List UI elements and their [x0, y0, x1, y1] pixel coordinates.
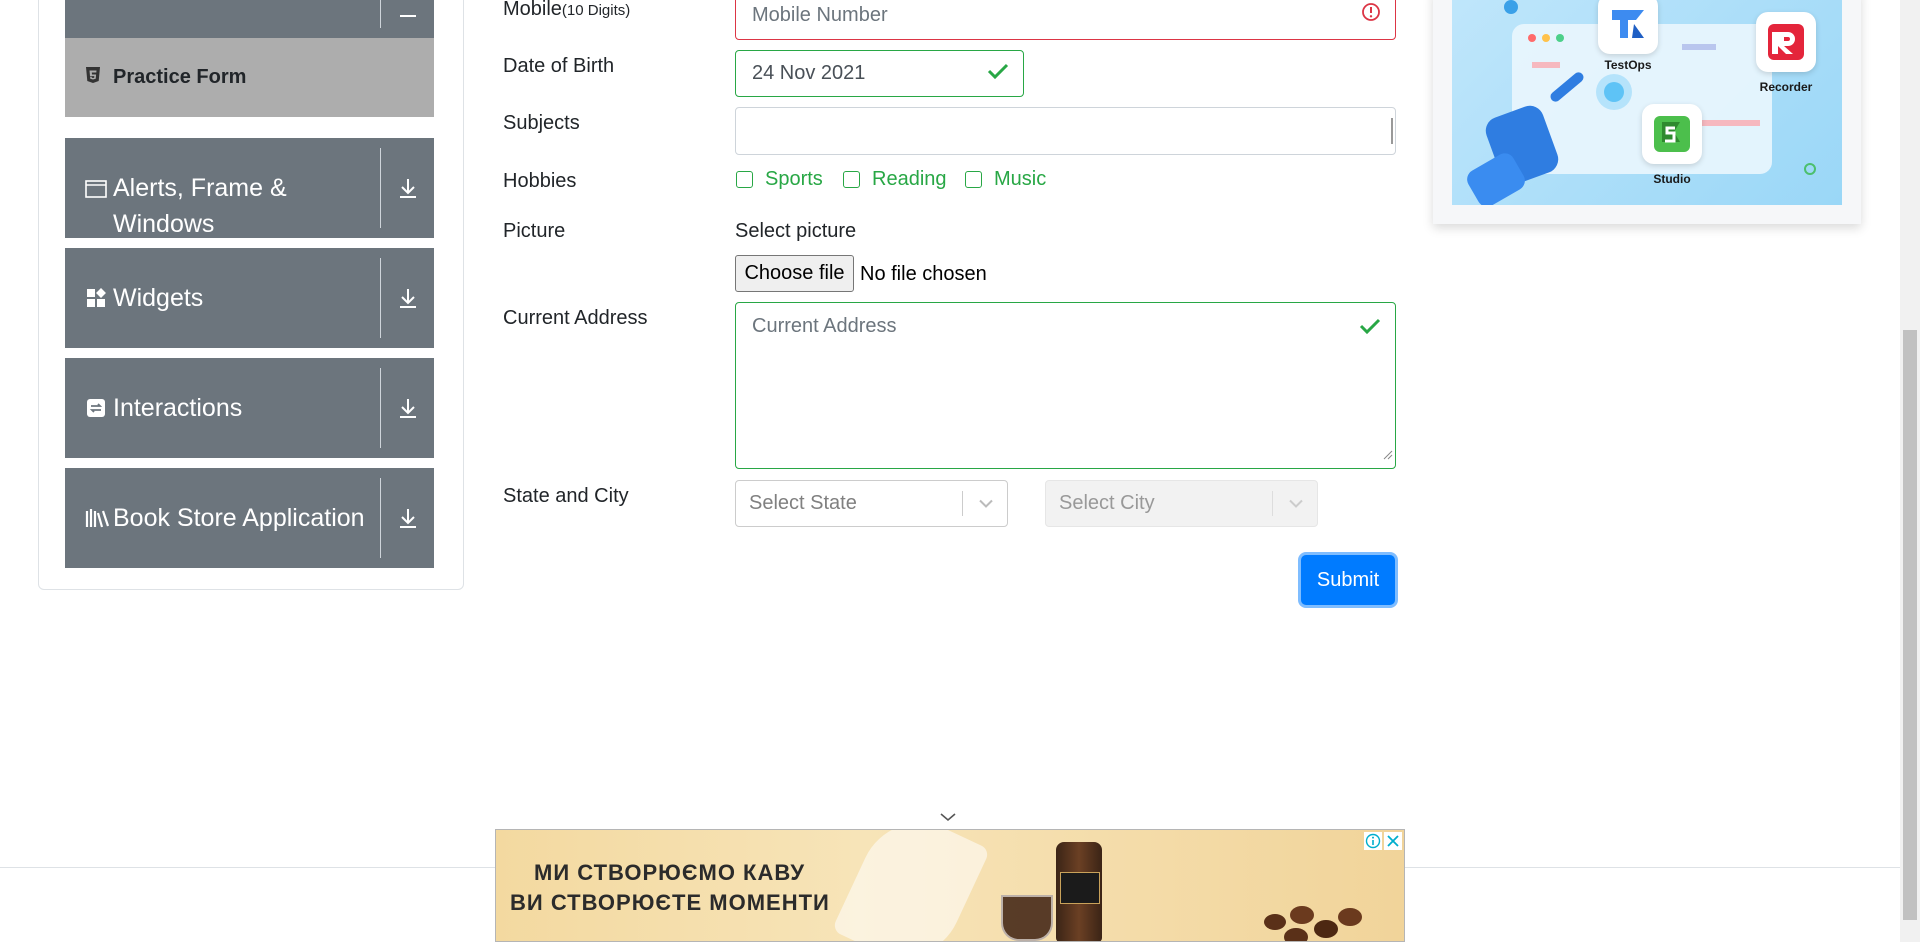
hobby-music[interactable]: Music: [965, 168, 1046, 191]
submit-button[interactable]: Submit: [1301, 555, 1395, 605]
group-header-widgets[interactable]: Widgets: [65, 248, 434, 348]
page-scrollbar[interactable]: [1900, 0, 1920, 942]
group-header-alerts[interactable]: Alerts, Frame & Windows: [65, 138, 434, 238]
resize-handle-icon[interactable]: [1383, 443, 1393, 466]
select-picture-label: Select picture: [735, 220, 857, 242]
ad-banner[interactable]: МИ СТВОРЮЄМО КАВУ ВИ СТВОРЮЄТЕ МОМЕНТИ: [495, 829, 1405, 942]
sidebar-item-label: Practice Form: [113, 66, 247, 88]
download-icon: [392, 358, 424, 458]
error-icon: [1361, 2, 1381, 28]
group-header-forms[interactable]: [65, 0, 434, 38]
recorder-logo: [1756, 12, 1816, 72]
download-icon: [392, 248, 424, 348]
group-label: Book Store Application: [113, 504, 365, 532]
city-select: Select City: [1045, 480, 1318, 527]
download-icon: [392, 468, 424, 568]
group-header-book-store[interactable]: Book Store Application: [65, 468, 434, 568]
coffee-jar-icon: [1056, 842, 1102, 941]
ad-text-line2: ВИ СТВОРЮЄТЕ МОМЕНТИ: [510, 890, 830, 915]
download-icon: [392, 0, 424, 38]
interactions-icon: [85, 397, 107, 419]
ad-info-icon[interactable]: [1364, 832, 1382, 855]
widgets-icon: [85, 287, 107, 309]
studio-logo: [1642, 104, 1702, 164]
testops-logo: [1598, 0, 1658, 54]
file-status: No file chosen: [860, 263, 987, 285]
chevron-down-icon: [977, 492, 995, 515]
group-label: Interactions: [113, 394, 243, 422]
group-header-interactions[interactable]: Interactions: [65, 358, 434, 458]
check-icon: [1359, 317, 1381, 341]
recorder-label: Recorder: [1759, 80, 1813, 94]
books-icon: [85, 507, 111, 529]
mobile-input[interactable]: Mobile Number: [735, 0, 1396, 40]
sports-checkbox[interactable]: [736, 171, 753, 188]
ad-swoosh: [831, 830, 991, 941]
html5-icon: [85, 66, 101, 89]
music-checkbox[interactable]: [965, 171, 982, 188]
mobile-placeholder: Mobile Number: [752, 3, 888, 26]
coffee-beans-icon: [1254, 900, 1374, 941]
dob-value: 24 Nov 2021: [752, 62, 866, 84]
group-label: Windows: [113, 210, 215, 238]
state-city-label: State and City: [503, 485, 629, 507]
group-label: Widgets: [113, 284, 204, 312]
mobile-label: Mobile(10 Digits): [503, 0, 631, 20]
ad-collapse-chevron-icon[interactable]: [938, 810, 958, 828]
chevron-down-icon: [1287, 492, 1305, 515]
subjects-label: Subjects: [503, 112, 580, 134]
ad-close-icon[interactable]: [1384, 832, 1402, 855]
testops-label: TestOps: [1604, 58, 1652, 72]
picture-label: Picture: [503, 220, 566, 242]
text-cursor: [1391, 118, 1393, 144]
choose-file-button[interactable]: Choose file: [735, 255, 854, 292]
download-icon: [392, 138, 424, 238]
promo-image: TestOps Recorder Studio: [1452, 0, 1842, 205]
state-select[interactable]: Select State: [735, 480, 1008, 527]
hobbies-label: Hobbies: [503, 170, 577, 192]
sidebar-item-practice-form[interactable]: Practice Form: [65, 38, 434, 117]
dob-label: Date of Birth: [503, 55, 615, 77]
check-icon: [987, 62, 1009, 86]
address-placeholder: Current Address: [752, 315, 897, 337]
subjects-input[interactable]: [735, 107, 1396, 155]
reading-checkbox[interactable]: [843, 171, 860, 188]
hobby-reading[interactable]: Reading: [843, 168, 947, 191]
group-label: Alerts, Frame &: [113, 174, 287, 202]
hobby-sports[interactable]: Sports: [736, 168, 823, 191]
address-label: Current Address: [503, 307, 648, 329]
window-icon: [85, 178, 107, 200]
ad-text-line1: МИ СТВОРЮЄМО КАВУ: [534, 860, 806, 885]
dob-input[interactable]: 24 Nov 2021: [735, 50, 1024, 97]
address-textarea[interactable]: Current Address: [735, 302, 1396, 469]
coffee-cup-icon: [1001, 895, 1053, 941]
promo-banner[interactable]: TestOps Recorder Studio: [1433, 0, 1861, 224]
scrollbar-thumb[interactable]: [1903, 330, 1917, 920]
studio-label: Studio: [1653, 172, 1691, 186]
